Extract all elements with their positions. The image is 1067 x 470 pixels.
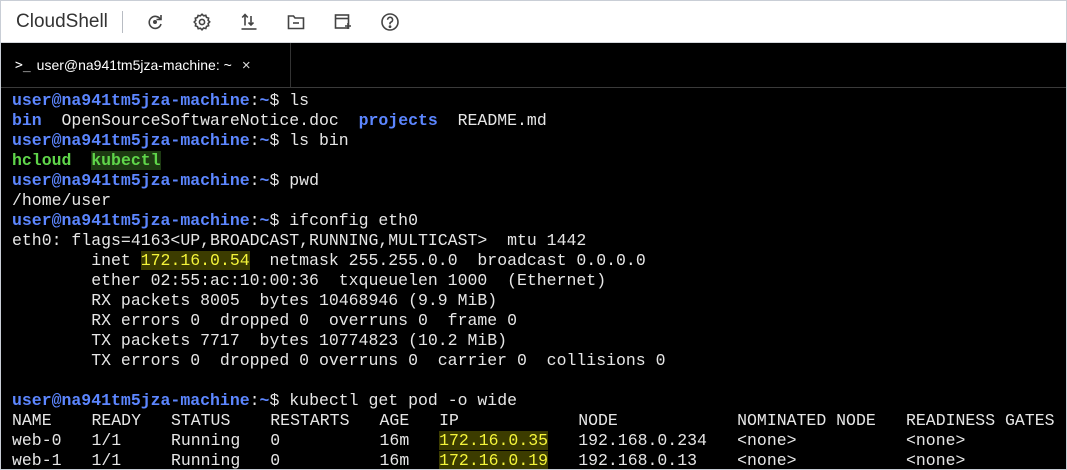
terminal-line: bin OpenSourceSoftwareNotice.doc project… [12,111,547,130]
close-icon[interactable]: × [242,57,251,74]
terminal-line: user@na941tm5jza-machine:~$ ls [12,91,310,110]
toolbar: CloudShell [1,1,1066,43]
terminal-line: ether 02:55:ac:10:00:36 txqueuelen 1000 … [12,271,607,290]
terminal-output[interactable]: user@na941tm5jza-machine:~$ ls bin OpenS… [1,88,1066,469]
app-title: CloudShell [16,10,108,32]
terminal-line: eth0: flags=4163<UP,BROADCAST,RUNNING,MU… [12,231,587,250]
command: pwd [289,171,319,190]
command: ls [289,91,310,110]
folder-icon [287,14,305,29]
terminal-line: inet 172.16.0.54 netmask 255.255.0.0 bro… [12,251,646,270]
cloudshell-window: CloudShell >_ user@na941tm5jza-machine: … [0,0,1067,470]
refresh-button[interactable] [141,8,169,36]
command: kubectl get pod -o wide [289,391,518,410]
upload-icon [241,12,257,30]
new-session-icon [334,13,351,29]
terminal-line: user@na941tm5jza-machine:~$ ls bin [12,131,349,150]
terminal-line: user@na941tm5jza-machine:~$ pwd [12,171,319,190]
refresh-icon [148,14,162,29]
help-button[interactable] [376,8,404,36]
pod-table-header: NAME READY STATUS RESTARTS AGE IP NODE N… [12,411,1055,430]
session-tab-bar: >_ user@na941tm5jza-machine: ~ × [1,43,1066,88]
toolbar-divider [121,10,123,33]
help-icon [381,12,399,31]
terminal-line: RX packets 8005 bytes 10468946 (9.9 MiB) [12,291,498,310]
terminal-line: user@na941tm5jza-machine:~$ ifconfig eth… [12,211,418,230]
command: ls bin [289,131,349,150]
terminal-line: RX errors 0 dropped 0 overruns 0 frame 0 [12,311,517,330]
terminal-line: TX packets 7717 bytes 10774823 (10.2 MiB… [12,331,508,350]
terminal-line: TX errors 0 dropped 0 overruns 0 carrier… [12,351,666,370]
upload-button[interactable] [235,8,263,36]
folder-button[interactable] [282,8,310,36]
terminal-icon: >_ [15,57,31,73]
new-session-button[interactable] [329,8,357,36]
settings-icon [192,12,211,31]
tab-title: user@na941tm5jza-machine: ~ [36,57,232,73]
command: ifconfig eth0 [289,211,418,230]
pod-row: web-0 1/1 Running 0 16m 172.16.0.35 192.… [12,431,966,450]
terminal-line: /home/user [12,191,112,210]
pod-row: web-1 1/1 Running 0 16m 172.16.0.19 192.… [12,451,966,469]
settings-button[interactable] [188,8,216,36]
session-tab[interactable]: >_ user@na941tm5jza-machine: ~ × [1,43,291,87]
terminal-line: hcloud kubectl [12,151,161,170]
terminal-line: user@na941tm5jza-machine:~$ kubectl get … [12,391,518,410]
